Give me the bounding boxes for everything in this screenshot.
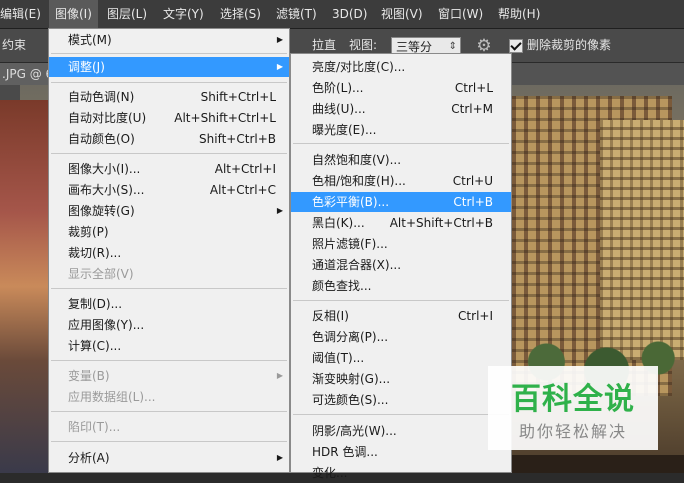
- submenu-arrow-icon: ▶: [276, 35, 283, 44]
- delete-cropped-checkbox[interactable]: [509, 39, 523, 53]
- submenu-item-hdr-toning[interactable]: HDR 色调...: [291, 442, 511, 462]
- menu-type[interactable]: 文字(Y): [157, 0, 210, 28]
- menu-separator: [293, 414, 509, 415]
- menu-item-reveal-all: 显示全部(V): [68, 267, 134, 281]
- watermark: 百科全说 助你轻松解决: [488, 366, 658, 450]
- menu-filter[interactable]: 滤镜(T): [270, 0, 323, 28]
- menu-item-adjustments[interactable]: 调整(J) ▶: [49, 57, 289, 77]
- menu-help[interactable]: 帮助(H): [492, 0, 546, 28]
- view-overlay-value: 三等分: [396, 40, 433, 54]
- submenu-item-gradient-map[interactable]: 渐变映射(G)...: [291, 369, 511, 389]
- watermark-title: 百科全说: [511, 382, 635, 417]
- menu-select[interactable]: 选择(S): [214, 0, 267, 28]
- menu-item-canvas-size[interactable]: 画布大小(S)... Alt+Ctrl+C: [49, 180, 289, 200]
- submenu-item-color-lookup[interactable]: 颜色查找...: [291, 276, 511, 296]
- menu-item-image-size[interactable]: 图像大小(I)... Alt+Ctrl+I: [49, 159, 289, 179]
- canvas-image-left: [0, 100, 48, 473]
- submenu-item-posterize[interactable]: 色调分离(P)...: [291, 327, 511, 347]
- menu-separator: [51, 288, 287, 289]
- submenu-arrow-icon: ▶: [276, 371, 283, 380]
- menu-item-trap: 陷印(T)...: [68, 420, 121, 434]
- submenu-arrow-icon: ▶: [276, 206, 283, 215]
- menu-item-auto-color[interactable]: 自动颜色(O) Shift+Ctrl+B: [49, 129, 289, 149]
- submenu-arrow-icon: ▶: [276, 453, 283, 462]
- canvas-image-street: [512, 455, 684, 473]
- menu-layer[interactable]: 图层(L): [101, 0, 153, 28]
- menu-bar: 编辑(E) 图像(I) 图层(L) 文字(Y) 选择(S) 滤镜(T) 3D(D…: [0, 0, 684, 29]
- submenu-item-black-white[interactable]: 黑白(K)... Alt+Shift+Ctrl+B: [291, 213, 511, 233]
- menu-item-mode[interactable]: 模式(M) ▶: [49, 30, 289, 50]
- constraint-label[interactable]: 约束: [2, 29, 26, 62]
- submenu-item-threshold[interactable]: 阈值(T)...: [291, 348, 511, 368]
- submenu-item-invert[interactable]: 反相(I) Ctrl+I: [291, 306, 511, 326]
- menu-item-image-rotation[interactable]: 图像旋转(G) ▶: [49, 201, 289, 221]
- submenu-item-levels[interactable]: 色阶(L)... Ctrl+L: [291, 78, 511, 98]
- menu-edit[interactable]: 编辑(E): [0, 0, 47, 28]
- menu-item-auto-contrast[interactable]: 自动对比度(U) Alt+Shift+Ctrl+L: [49, 108, 289, 128]
- submenu-item-photo-filter[interactable]: 照片滤镜(F)...: [291, 234, 511, 254]
- menu-image[interactable]: 图像(I): [49, 0, 98, 28]
- submenu-arrow-icon: ▶: [276, 62, 283, 71]
- watermark-subtitle: 助你轻松解决: [518, 422, 627, 441]
- menu-separator: [293, 143, 509, 144]
- menu-separator: [51, 411, 287, 412]
- menu-window[interactable]: 窗口(W): [432, 0, 489, 28]
- submenu-item-shadows-highlights[interactable]: 阴影/高光(W)...: [291, 421, 511, 441]
- menu-item-analysis[interactable]: 分析(A) ▶: [49, 448, 289, 468]
- menu-item-crop[interactable]: 裁剪(P): [49, 222, 289, 242]
- submenu-item-variations[interactable]: 变化...: [291, 463, 511, 483]
- image-menu-dropdown: 模式(M) ▶ 调整(J) ▶ 自动色调(N) Shift+Ctrl+L 自动对…: [48, 28, 290, 473]
- menu-separator: [51, 53, 287, 54]
- adjustments-submenu: 亮度/对比度(C)... 色阶(L)... Ctrl+L 曲线(U)... Ct…: [290, 53, 512, 480]
- submenu-item-exposure[interactable]: 曝光度(E)...: [291, 120, 511, 140]
- menu-separator: [51, 360, 287, 361]
- submenu-item-hue-saturation[interactable]: 色相/饱和度(H)... Ctrl+U: [291, 171, 511, 191]
- menu-item-apply-data-set: 应用数据组(L)...: [68, 390, 156, 404]
- menu-3d[interactable]: 3D(D): [326, 0, 373, 28]
- submenu-item-color-balance[interactable]: 色彩平衡(B)... Ctrl+B: [291, 192, 511, 212]
- menu-item-apply-image[interactable]: 应用图像(Y)...: [49, 315, 289, 335]
- menu-item-calculations[interactable]: 计算(C)...: [49, 336, 289, 356]
- menu-item-trim[interactable]: 裁切(R)...: [49, 243, 289, 263]
- submenu-item-channel-mixer[interactable]: 通道混合器(X)...: [291, 255, 511, 275]
- menu-separator: [51, 153, 287, 154]
- submenu-item-curves[interactable]: 曲线(U)... Ctrl+M: [291, 99, 511, 119]
- menu-view[interactable]: 视图(V): [375, 0, 429, 28]
- submenu-item-vibrance[interactable]: 自然饱和度(V)...: [291, 150, 511, 170]
- menu-separator: [51, 82, 287, 83]
- submenu-item-selective-color[interactable]: 可选颜色(S)...: [291, 390, 511, 410]
- menu-item-auto-tone[interactable]: 自动色调(N) Shift+Ctrl+L: [49, 87, 289, 107]
- menu-item-duplicate[interactable]: 复制(D)...: [49, 294, 289, 314]
- canvas-image-building-right: [600, 120, 684, 360]
- menu-separator: [51, 441, 287, 442]
- delete-cropped-label: 删除裁剪的像素: [527, 38, 612, 52]
- menu-item-variables: 变量(B) ▶: [49, 366, 289, 386]
- menu-separator: [293, 300, 509, 301]
- submenu-item-brightness-contrast[interactable]: 亮度/对比度(C)...: [291, 57, 511, 77]
